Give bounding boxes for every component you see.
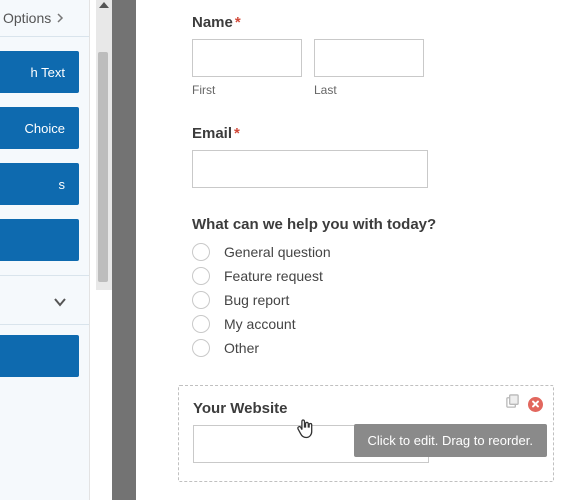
radio-option[interactable]: My account — [192, 315, 530, 333]
field-type-button[interactable]: s — [0, 163, 79, 205]
form-canvas: Name* First Last Email* What can we help… — [136, 0, 562, 500]
field-type-button[interactable]: Choice — [0, 107, 79, 149]
sidebar-collapse[interactable] — [0, 280, 89, 324]
field-name[interactable]: Name* First Last — [192, 14, 530, 97]
delete-icon[interactable] — [528, 397, 543, 412]
radio-option[interactable]: General question — [192, 243, 530, 261]
edit-tooltip: Click to edit. Drag to reorder. — [354, 424, 547, 457]
radio-label: Other — [224, 340, 259, 356]
canvas-gutter — [112, 0, 136, 500]
field-type-button[interactable] — [0, 335, 79, 377]
field-label: Your Website — [193, 400, 539, 417]
chevron-right-icon — [55, 13, 65, 23]
radio-option[interactable]: Feature request — [192, 267, 530, 285]
radio-label: Feature request — [224, 268, 323, 284]
sidebar-scrollbar[interactable] — [96, 0, 112, 290]
options-label: Options — [3, 10, 51, 26]
field-website[interactable]: Your Website Click to edit. Drag to reor… — [178, 385, 554, 482]
options-toggle[interactable]: Options — [0, 0, 89, 36]
field-label: Name* — [192, 14, 530, 31]
builder-sidebar: Options h Text Choice s — [0, 0, 90, 500]
field-label: What can we help you with today? — [192, 216, 530, 233]
duplicate-icon[interactable] — [505, 394, 520, 414]
name-last-input[interactable] — [314, 39, 424, 77]
radio-icon — [192, 291, 210, 309]
radio-option[interactable]: Other — [192, 339, 530, 357]
chevron-down-icon — [53, 295, 67, 309]
radio-label: My account — [224, 316, 296, 332]
radio-label: Bug report — [224, 292, 289, 308]
email-input[interactable] — [192, 150, 428, 188]
radio-label: General question — [224, 244, 331, 260]
field-email[interactable]: Email* — [192, 125, 530, 188]
sub-label-first: First — [192, 83, 302, 97]
radio-option[interactable]: Bug report — [192, 291, 530, 309]
field-label: Email* — [192, 125, 530, 142]
field-type-button[interactable]: h Text — [0, 51, 79, 93]
required-asterisk: * — [235, 14, 241, 31]
scroll-thumb[interactable] — [98, 52, 108, 282]
field-help-topic[interactable]: What can we help you with today? General… — [192, 216, 530, 357]
radio-icon — [192, 315, 210, 333]
radio-icon — [192, 339, 210, 357]
sidebar-separator — [0, 275, 89, 276]
scroll-up-icon[interactable] — [99, 2, 109, 8]
sub-label-last: Last — [314, 83, 424, 97]
radio-icon — [192, 243, 210, 261]
radio-icon — [192, 267, 210, 285]
field-type-button[interactable] — [0, 219, 79, 261]
required-asterisk: * — [234, 125, 240, 142]
name-first-input[interactable] — [192, 39, 302, 77]
